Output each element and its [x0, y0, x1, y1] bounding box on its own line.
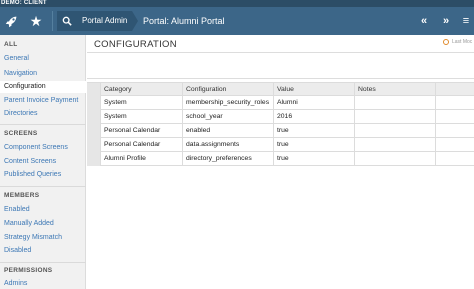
cell-notes[interactable]	[354, 96, 435, 110]
cell-value[interactable]: Alumni	[273, 96, 354, 110]
sidebar-item-published-queries[interactable]: Published Queries	[0, 169, 86, 181]
row-selector[interactable]	[87, 138, 100, 152]
sidebar-item-enabled[interactable]: Enabled	[0, 204, 86, 216]
row-selector[interactable]	[87, 152, 100, 166]
sidebar-item-parent-invoice-payment[interactable]: Parent Invoice Payment	[0, 95, 86, 107]
last-modified: Last Moc	[443, 39, 472, 45]
cell-value[interactable]: 2016	[273, 110, 354, 124]
cell-value[interactable]: true	[273, 152, 354, 166]
menu-button[interactable]: ≡	[458, 7, 474, 35]
cell-configuration: membership_security_roles	[182, 96, 273, 110]
sidebar-item-manually-added[interactable]: Manually Added	[0, 218, 86, 230]
cell-notes[interactable]	[354, 124, 435, 138]
table-row[interactable]: System school_year 2016	[87, 110, 474, 124]
sidebar-section-permissions: PERMISSIONS	[4, 267, 53, 274]
row-selector-header	[87, 83, 100, 97]
cell-value[interactable]: true	[273, 138, 354, 152]
sidebar-divider	[0, 124, 86, 125]
table-row[interactable]: System membership_security_roles Alumni	[87, 96, 474, 110]
cell-configuration: data.assignments	[182, 138, 273, 152]
sidebar-section-all: ALL	[4, 41, 18, 48]
star-icon[interactable]: ★	[24, 7, 48, 35]
cell-configuration: enabled	[182, 124, 273, 138]
cell-notes[interactable]	[354, 138, 435, 152]
previous-button[interactable]: «	[414, 7, 434, 35]
cell-category: Alumni Profile	[100, 152, 182, 166]
menu-icon: ≡	[462, 15, 470, 27]
row-selector[interactable]	[87, 96, 100, 110]
table-row[interactable]: Personal Calendar enabled true	[87, 124, 474, 138]
sidebar: ALL General Navigation Configuration Par…	[0, 35, 86, 289]
demo-label: DEMO: CLIENT	[1, 0, 47, 6]
next-button[interactable]: »	[436, 7, 456, 35]
page-title: CONFIGURATION	[94, 39, 177, 50]
row-selector[interactable]	[87, 124, 100, 138]
breadcrumb-portal-admin[interactable]: Portal Admin	[76, 11, 132, 31]
row-selector[interactable]	[87, 110, 100, 124]
sidebar-item-directories[interactable]: Directories	[0, 108, 86, 120]
sidebar-item-navigation[interactable]: Navigation	[0, 68, 86, 80]
title-divider	[87, 52, 474, 53]
sidebar-item-content-screens[interactable]: Content Screens	[0, 156, 86, 168]
sidebar-item-strategy-mismatch[interactable]: Strategy Mismatch	[0, 232, 86, 244]
cell-category: Personal Calendar	[100, 124, 182, 138]
table-row[interactable]: Alumni Profile directory_preferences tru…	[87, 152, 474, 166]
last-modified-text: Last Moc	[452, 39, 473, 45]
breadcrumb-arrow	[132, 11, 138, 31]
cell-category: System	[100, 96, 182, 110]
sidebar-item-component-screens[interactable]: Component Screens	[0, 142, 86, 154]
column-header-value[interactable]: Value	[273, 83, 354, 97]
cell-configuration: directory_preferences	[182, 152, 273, 166]
cell-category: Personal Calendar	[100, 138, 182, 152]
header-divider	[52, 11, 53, 31]
sidebar-divider	[0, 262, 86, 263]
cell-notes[interactable]	[354, 110, 435, 124]
cell-filler	[435, 138, 474, 152]
double-chevron-left-icon: «	[420, 15, 428, 27]
star-glyph: ★	[29, 12, 43, 29]
sidebar-section-members: MEMBERS	[4, 192, 40, 199]
cell-configuration: school_year	[182, 110, 273, 124]
sidebar-item-admins[interactable]: Admins	[0, 278, 86, 289]
sidebar-item-configuration[interactable]: Configuration	[0, 81, 86, 93]
search-button[interactable]	[57, 11, 76, 31]
column-header-filler	[435, 83, 474, 97]
cell-filler	[435, 152, 474, 166]
cell-filler	[435, 96, 474, 110]
double-chevron-right-icon: »	[442, 15, 450, 27]
cell-notes[interactable]	[354, 152, 435, 166]
table-row[interactable]: Personal Calendar data.assignments true	[87, 138, 474, 152]
toolbar-divider	[87, 78, 474, 79]
cell-filler	[435, 110, 474, 124]
column-header-configuration[interactable]: Configuration	[182, 83, 273, 97]
rocket-icon[interactable]	[0, 7, 22, 35]
cell-value[interactable]: true	[273, 124, 354, 138]
column-header-category[interactable]: Category	[100, 83, 182, 97]
sidebar-section-screens: SCREENS	[4, 130, 38, 137]
main-content: CONFIGURATION Last Moc Category Configur…	[87, 35, 474, 289]
cell-filler	[435, 124, 474, 138]
column-header-notes[interactable]: Notes	[354, 83, 435, 97]
app-header: ★ Portal Admin Portal: Alumni Portal « »…	[0, 7, 474, 35]
sidebar-item-general[interactable]: General	[0, 53, 86, 65]
search-icon	[62, 16, 72, 26]
cell-category: System	[100, 110, 182, 124]
clock-icon	[443, 39, 449, 45]
table-header-row: Category Configuration Value Notes	[87, 82, 474, 97]
sidebar-item-disabled[interactable]: Disabled	[0, 245, 86, 257]
sidebar-divider	[0, 186, 86, 187]
page-header-title: Portal: Alumni Portal	[143, 16, 225, 26]
demo-environment-bar: DEMO: CLIENT	[0, 0, 474, 7]
